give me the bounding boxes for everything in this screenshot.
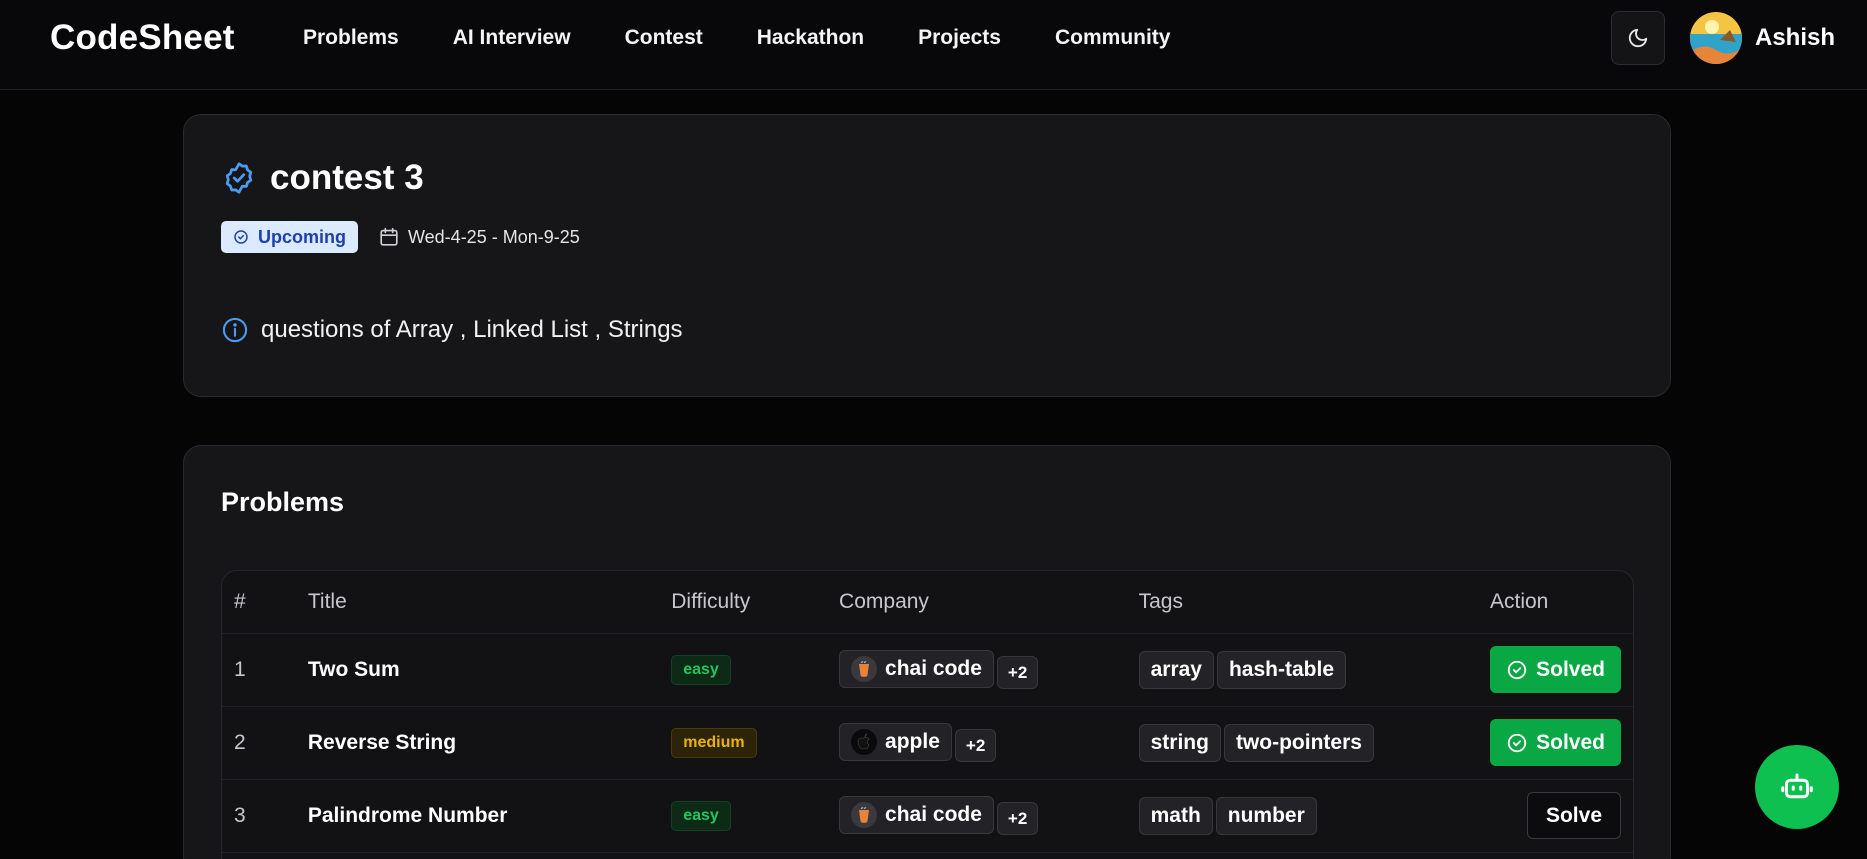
- row-number: 2: [222, 706, 296, 780]
- avatar: [1690, 12, 1742, 64]
- nav-ai-interview[interactable]: AI Interview: [453, 26, 571, 50]
- check-circle-icon: [234, 230, 248, 244]
- problems-card: Problems # Title Difficulty Company Tags…: [183, 445, 1671, 859]
- tag-chip: two-pointers: [1223, 723, 1374, 762]
- col-difficulty: Difficulty: [659, 571, 828, 634]
- solved-label: Solved: [1536, 657, 1605, 681]
- problem-title[interactable]: Palindrome Number: [295, 779, 660, 853]
- difficulty-badge: easy: [671, 654, 731, 685]
- solved-button[interactable]: Solved: [1490, 719, 1621, 766]
- nav-community[interactable]: Community: [1055, 26, 1171, 50]
- contest-description: questions of Array , Linked List , Strin…: [221, 316, 683, 344]
- company-more-chip[interactable]: +2: [996, 802, 1039, 836]
- nav-contest[interactable]: Contest: [625, 26, 703, 50]
- check-circle-icon: [1507, 733, 1527, 752]
- description-text: questions of Array , Linked List , Strin…: [261, 316, 683, 343]
- col-number: #: [222, 571, 296, 634]
- table-row[interactable]: 3 Palindrome Number easy chai code +2 ma…: [222, 779, 1633, 853]
- difficulty-badge: medium: [671, 727, 757, 758]
- tag-chip: number: [1215, 796, 1317, 835]
- col-company: Company: [827, 571, 1127, 634]
- company-chip: chai code: [839, 795, 994, 834]
- contest-dates: Wed-4-25 - Mon-9-25: [378, 226, 580, 248]
- table-header-row: # Title Difficulty Company Tags Action: [222, 571, 1633, 634]
- col-action: Action: [1477, 571, 1633, 634]
- status-label: Upcoming: [258, 226, 346, 247]
- chai-code-logo-icon: [851, 655, 878, 682]
- company-chip: apple: [839, 722, 952, 761]
- problems-heading: Problems: [221, 487, 345, 517]
- apple-logo-icon: [851, 728, 878, 755]
- tag-chip: hash-table: [1216, 650, 1347, 689]
- username: Ashish: [1755, 24, 1836, 51]
- company-name: chai code: [885, 802, 982, 826]
- ai-assistant-button[interactable]: [1755, 745, 1839, 829]
- solved-label: Solved: [1536, 730, 1605, 754]
- app-logo[interactable]: CodeSheet: [50, 18, 235, 58]
- moon-icon: [1628, 28, 1648, 48]
- contest-title: contest 3: [270, 158, 424, 197]
- company-more-chip[interactable]: +2: [996, 656, 1039, 690]
- main-nav: Problems AI Interview Contest Hackathon …: [303, 26, 1170, 50]
- col-tags: Tags: [1126, 571, 1478, 634]
- top-navbar: CodeSheet Problems AI Interview Contest …: [0, 0, 1867, 90]
- row-number: 3: [222, 779, 296, 853]
- tag-chip: array: [1138, 650, 1214, 689]
- info-icon: [222, 317, 248, 343]
- solve-button[interactable]: Solve: [1526, 792, 1621, 839]
- nav-hackathon[interactable]: Hackathon: [757, 26, 864, 50]
- table-row[interactable]: 2 Reverse String medium apple +2 string t…: [222, 706, 1633, 780]
- tag-chip: math: [1138, 796, 1213, 835]
- problems-table: # Title Difficulty Company Tags Action 1…: [222, 571, 1633, 853]
- contest-info-card: contest 3 Upcoming Wed-4-25 - Mon-9-25 q…: [183, 114, 1671, 397]
- theme-toggle-button[interactable]: [1611, 11, 1665, 65]
- table-row[interactable]: 1 Two Sum easy chai code +2 array hash-ta…: [222, 633, 1633, 707]
- row-number: 1: [222, 633, 296, 707]
- check-circle-icon: [1507, 660, 1527, 679]
- contest-header: contest 3: [221, 158, 424, 198]
- company-name: chai code: [885, 656, 982, 680]
- chai-code-logo-icon: [851, 801, 878, 828]
- nav-projects[interactable]: Projects: [918, 26, 1001, 50]
- difficulty-badge: easy: [671, 800, 731, 831]
- company-chip: chai code: [839, 649, 994, 688]
- problem-title[interactable]: Two Sum: [295, 633, 660, 707]
- problems-table-container: # Title Difficulty Company Tags Action 1…: [221, 570, 1634, 859]
- status-badge: Upcoming: [221, 221, 358, 253]
- calendar-icon: [380, 227, 398, 246]
- contest-meta: Upcoming Wed-4-25 - Mon-9-25: [221, 221, 580, 253]
- nav-problems[interactable]: Problems: [303, 26, 399, 50]
- tag-chip: string: [1138, 723, 1221, 762]
- col-title: Title: [295, 571, 660, 634]
- robot-icon: [1781, 773, 1813, 799]
- date-range: Wed-4-25 - Mon-9-25: [408, 226, 580, 247]
- user-menu[interactable]: Ashish: [1690, 12, 1835, 64]
- solved-button[interactable]: Solved: [1490, 646, 1621, 693]
- company-more-chip[interactable]: +2: [954, 729, 997, 763]
- problem-title[interactable]: Reverse String: [295, 706, 660, 780]
- company-name: apple: [885, 729, 940, 753]
- verified-badge-icon: [225, 162, 253, 194]
